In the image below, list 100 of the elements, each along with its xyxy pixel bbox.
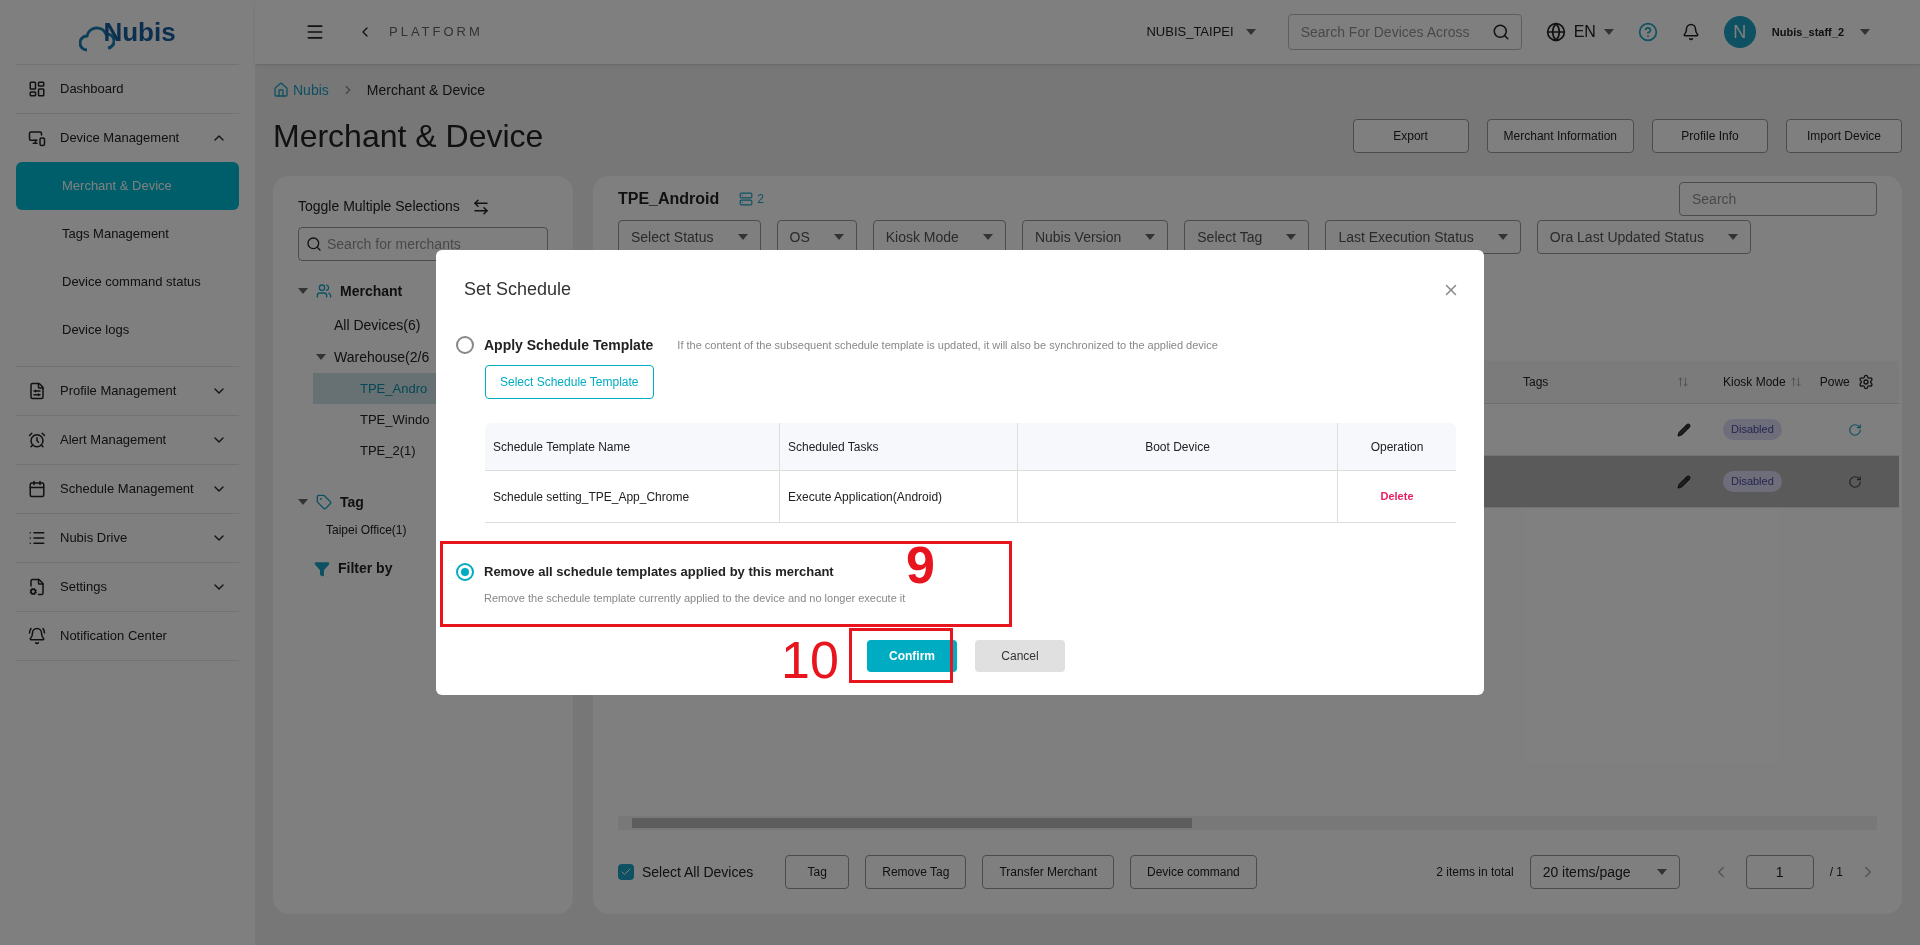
caret-icon: [298, 288, 308, 294]
step-number: 9: [906, 543, 935, 587]
page-title: Merchant & Device: [273, 117, 544, 156]
select-template-button[interactable]: Select Schedule Template: [485, 365, 654, 399]
bell-icon: [28, 627, 46, 645]
sidebar-subitem[interactable]: Tags Management: [16, 210, 239, 258]
language-selector[interactable]: EN: [1545, 20, 1614, 44]
refresh-icon[interactable]: [1847, 474, 1862, 489]
edit-icon[interactable]: [1677, 422, 1691, 437]
devices-icon: [28, 129, 46, 147]
user-name: Nubis_staff_2: [1771, 24, 1844, 40]
globe-icon: [1545, 22, 1566, 42]
sidebar-item[interactable]: Notification Center: [16, 612, 239, 660]
sidebar-item[interactable]: Alert Management: [16, 416, 239, 464]
sidebar-item[interactable]: Schedule Management: [16, 465, 239, 513]
column-header: Boot Device: [1017, 423, 1337, 470]
delete-link[interactable]: Delete: [1337, 471, 1456, 522]
action-button[interactable]: Import Device: [1786, 119, 1902, 153]
sidebar-subitem[interactable]: Device logs: [16, 306, 239, 354]
select-all-checkbox[interactable]: [618, 864, 634, 880]
step-number: 10: [781, 634, 839, 686]
option-description: Remove the schedule template currently applied to the device and no longer execute it: [484, 591, 907, 606]
caret-icon: [737, 234, 748, 240]
breadcrumb-current: Merchant & Device: [366, 80, 486, 100]
status-badge: Disabled: [1723, 471, 1782, 492]
sidebar-item[interactable]: Dashboard: [16, 65, 239, 113]
column-header: Operation: [1337, 423, 1456, 470]
action-button[interactable]: Profile Info: [1652, 119, 1768, 153]
column-header: Kiosk Mode: [1723, 374, 1786, 391]
page-total: / 1: [1829, 864, 1843, 881]
tree-heading: Tag: [340, 492, 364, 512]
filter-icon: [314, 560, 330, 577]
bell-icon[interactable]: [1681, 23, 1700, 41]
document-icon: [28, 382, 46, 400]
column-header: Schedule Template Name: [492, 438, 632, 456]
edit-icon[interactable]: [1677, 474, 1691, 489]
page-field[interactable]: 1: [1745, 855, 1814, 889]
bulk-action-button[interactable]: Remove Tag: [865, 855, 967, 889]
column-header: Powe: [1819, 374, 1850, 391]
column-header: Scheduled Tasks: [779, 423, 1017, 470]
dialog-title: Set Schedule: [464, 278, 572, 301]
platform-link[interactable]: PLATFORM: [389, 22, 483, 42]
device-count: 2: [757, 191, 765, 208]
select-all-label: Select All Devices: [642, 862, 754, 882]
sidebar-item[interactable]: Nubis Drive: [16, 514, 239, 562]
page-size-select[interactable]: 20 items/page: [1529, 855, 1680, 889]
sidebar-item[interactable]: Settings: [16, 563, 239, 611]
caret-icon: [833, 234, 844, 240]
option-label: Remove all schedule templates applied by this merchant: [484, 563, 834, 582]
action-button[interactable]: Merchant Information: [1486, 119, 1634, 153]
status-badge: Disabled: [1723, 419, 1782, 440]
radio-button[interactable]: [456, 563, 474, 581]
caret-icon: [1497, 234, 1508, 240]
bulk-action-button[interactable]: Transfer Merchant: [982, 855, 1115, 889]
document-gear-icon: [28, 578, 46, 596]
sort-icon[interactable]: [1677, 376, 1689, 388]
sidebar-item[interactable]: Profile Management: [16, 367, 239, 415]
home-icon: [273, 82, 289, 98]
alarm-clock-icon: [28, 431, 46, 449]
check-icon: [620, 866, 632, 878]
users-icon: [316, 283, 332, 299]
swap-icon[interactable]: [471, 197, 490, 216]
server-icon: [739, 192, 754, 206]
table-row[interactable]: Disabled: [1483, 456, 1899, 508]
cancel-button[interactable]: Cancel: [975, 639, 1065, 672]
dashboard-icon: [28, 80, 46, 98]
column-header: Tags: [1523, 374, 1550, 391]
bulk-action-button[interactable]: Device command: [1130, 855, 1257, 889]
sort-icon[interactable]: [1789, 376, 1802, 388]
calendar-icon: [28, 480, 46, 498]
logo-text: Nubis: [103, 15, 176, 49]
radio-button[interactable]: [456, 336, 474, 354]
caret-icon: [1286, 234, 1297, 240]
filter-dropdown[interactable]: Ora Last Updated Status: [1536, 220, 1751, 254]
help-icon[interactable]: [1637, 22, 1658, 42]
sidebar-item[interactable]: Device Management: [16, 114, 239, 162]
action-button[interactable]: Export: [1352, 119, 1469, 153]
menu-icon[interactable]: [305, 22, 325, 42]
confirm-button[interactable]: Confirm: [867, 639, 957, 672]
caret-icon: [1727, 234, 1738, 240]
tree-heading: Merchant: [340, 281, 403, 301]
caret-icon: [298, 499, 308, 505]
table-cell-text: Schedule setting_TPE_App_Chrome: [492, 488, 691, 506]
list-icon: [28, 529, 46, 547]
caret-icon: [316, 354, 326, 360]
caret-icon: [1245, 29, 1256, 35]
toggle-label: Toggle Multiple Selections: [298, 197, 460, 216]
caret-icon: [982, 234, 993, 240]
panel-title: TPE_Android: [618, 189, 720, 209]
caret-icon: [1860, 29, 1870, 35]
sidebar-subitem[interactable]: Device command status: [16, 258, 239, 306]
scrollbar[interactable]: [618, 816, 1877, 830]
settings-icon[interactable]: [1857, 374, 1874, 390]
caret-icon: [1603, 29, 1614, 35]
bulk-action-button[interactable]: Tag: [785, 855, 850, 889]
search-icon[interactable]: [1491, 23, 1510, 41]
merchant-dropdown[interactable]: NUBIS_TAIPEI: [1146, 22, 1256, 42]
caret-icon: [1145, 234, 1156, 240]
refresh-icon[interactable]: [1847, 422, 1862, 437]
filter-label: Filter by: [338, 559, 393, 578]
